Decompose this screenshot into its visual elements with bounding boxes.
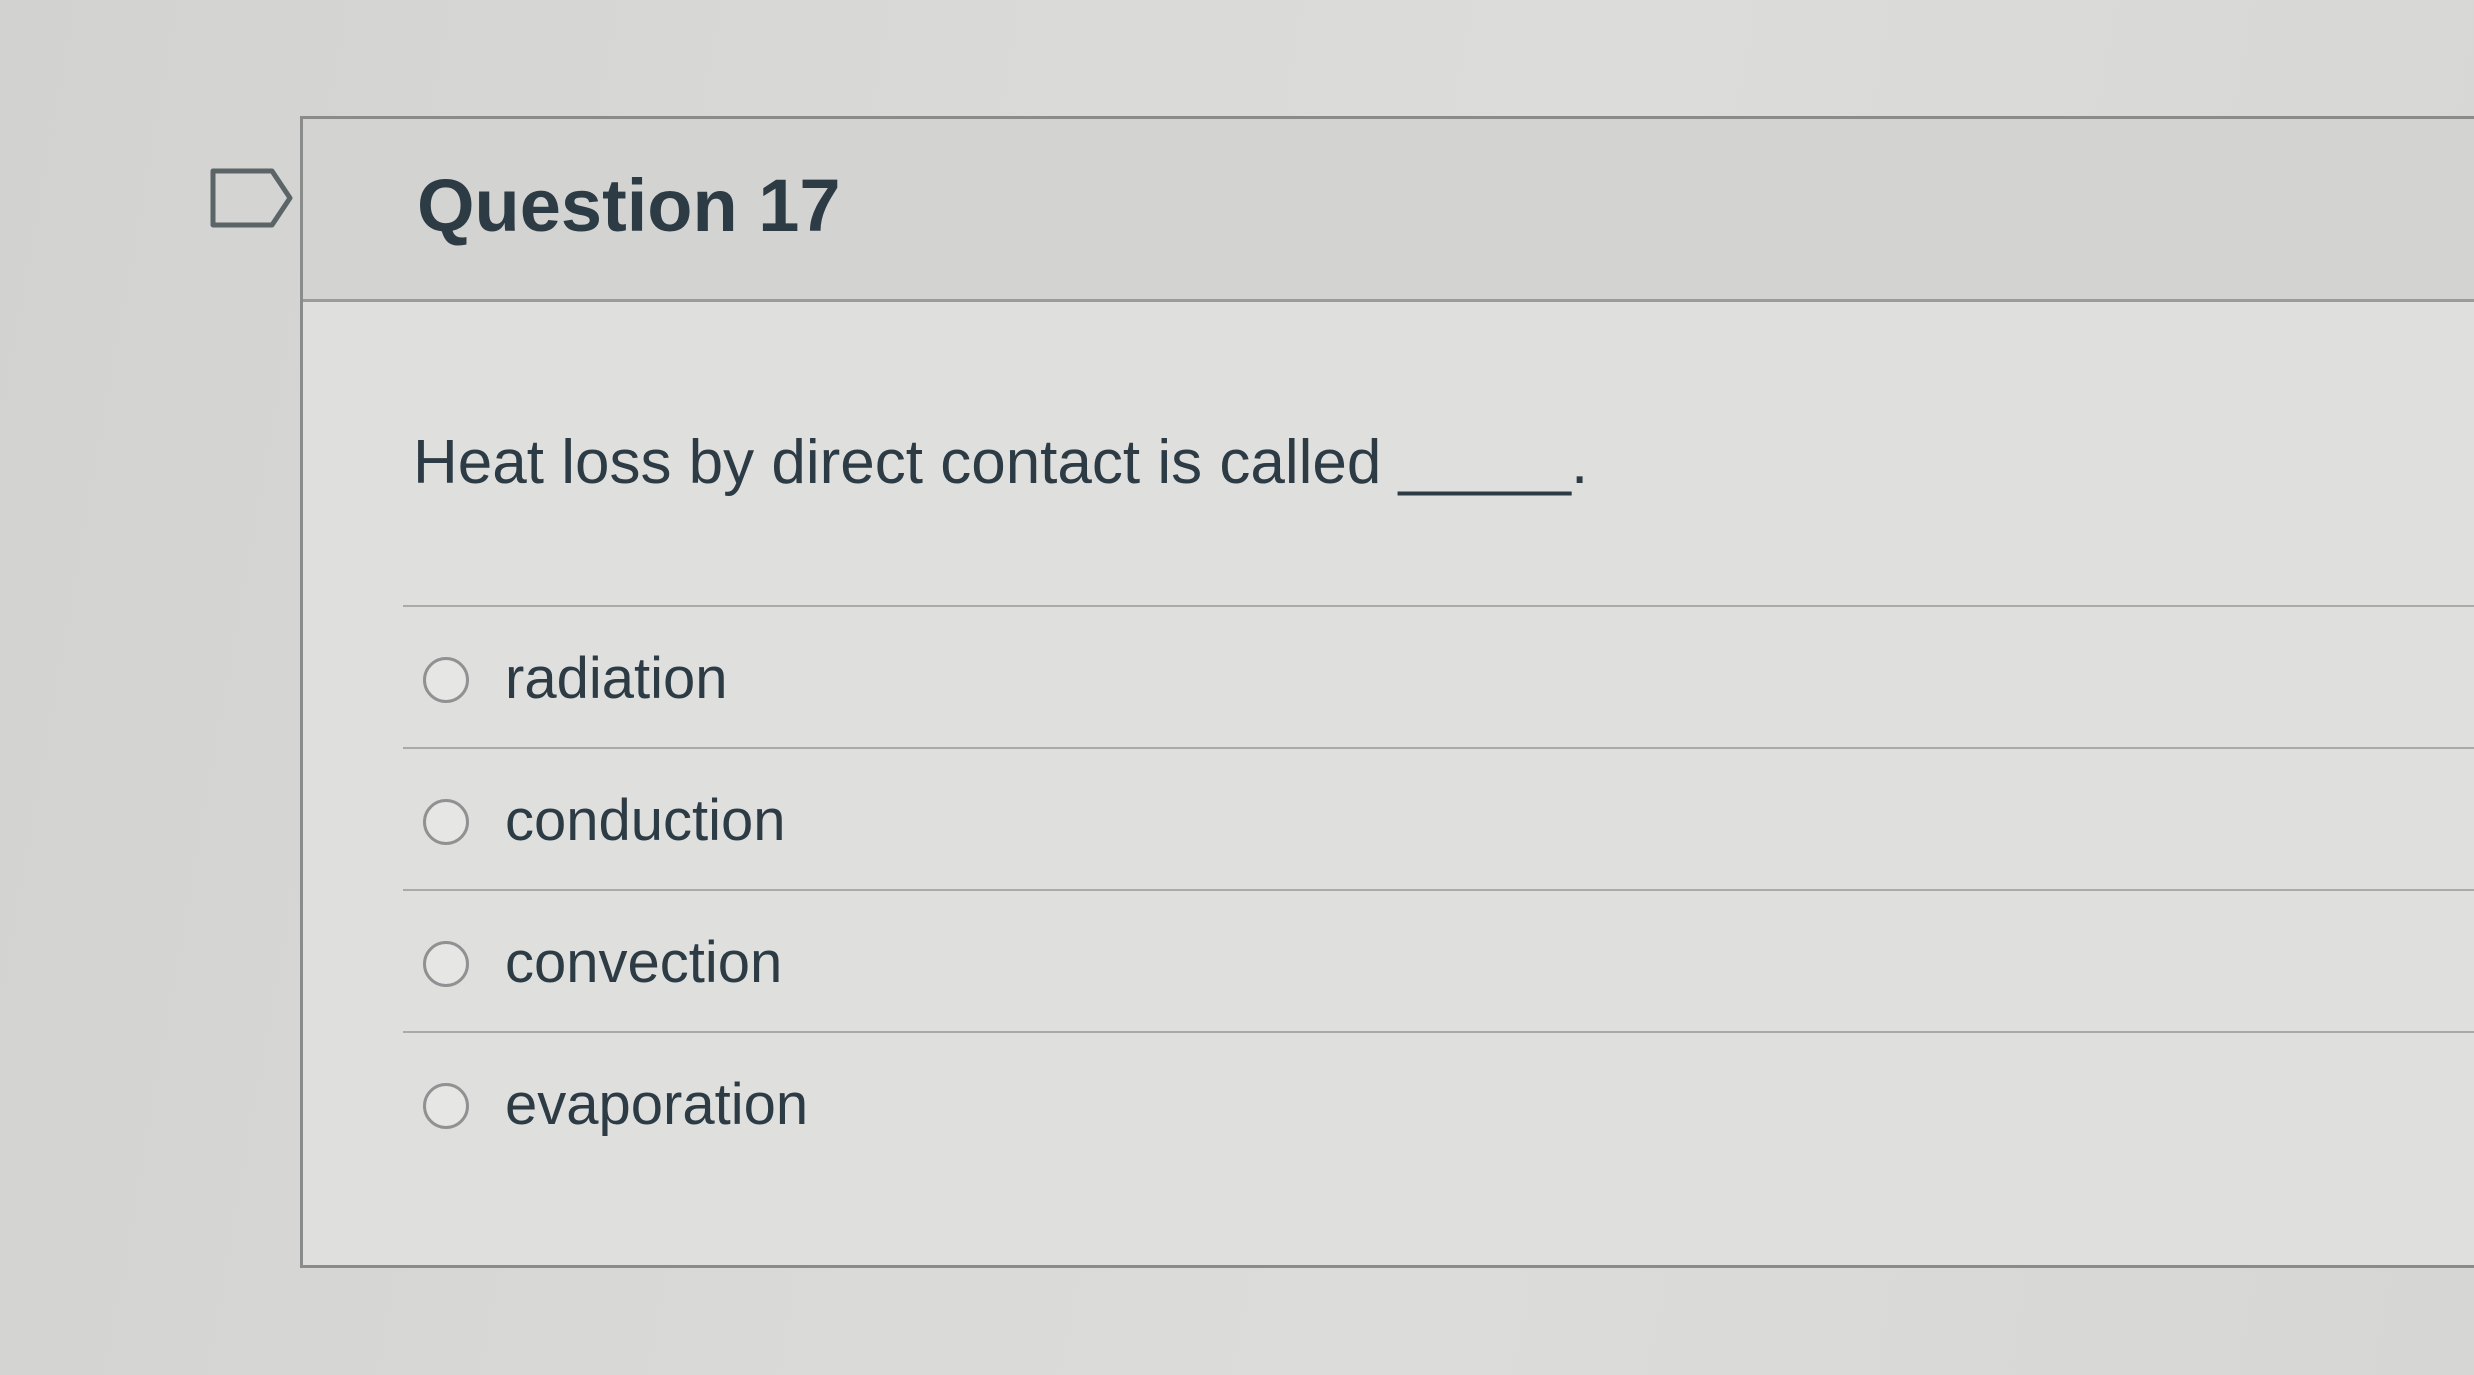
- answer-label: radiation: [505, 646, 728, 711]
- radio-button[interactable]: [423, 657, 469, 703]
- radio-button[interactable]: [423, 799, 469, 845]
- answer-label: evaporation: [505, 1072, 809, 1137]
- question-title: Question 17: [417, 164, 841, 247]
- question-card: Question 17 Heat loss by direct contact …: [300, 116, 2474, 1268]
- answer-option-conduction[interactable]: conduction: [403, 747, 2474, 889]
- radio-button[interactable]: [423, 941, 469, 987]
- radio-button[interactable]: [423, 1083, 469, 1129]
- answer-option-evaporation[interactable]: evaporation: [403, 1031, 2474, 1173]
- question-text: Heat loss by direct contact is called __…: [413, 428, 1589, 497]
- flag-question-icon[interactable]: [210, 168, 294, 228]
- answer-label: conduction: [505, 788, 786, 853]
- question-header: Question 17: [303, 119, 2474, 302]
- answer-option-convection[interactable]: convection: [403, 889, 2474, 1031]
- answer-list: radiation conduction convection evaporat…: [403, 605, 2474, 1173]
- answer-label: convection: [505, 930, 783, 995]
- answer-option-radiation[interactable]: radiation: [403, 605, 2474, 747]
